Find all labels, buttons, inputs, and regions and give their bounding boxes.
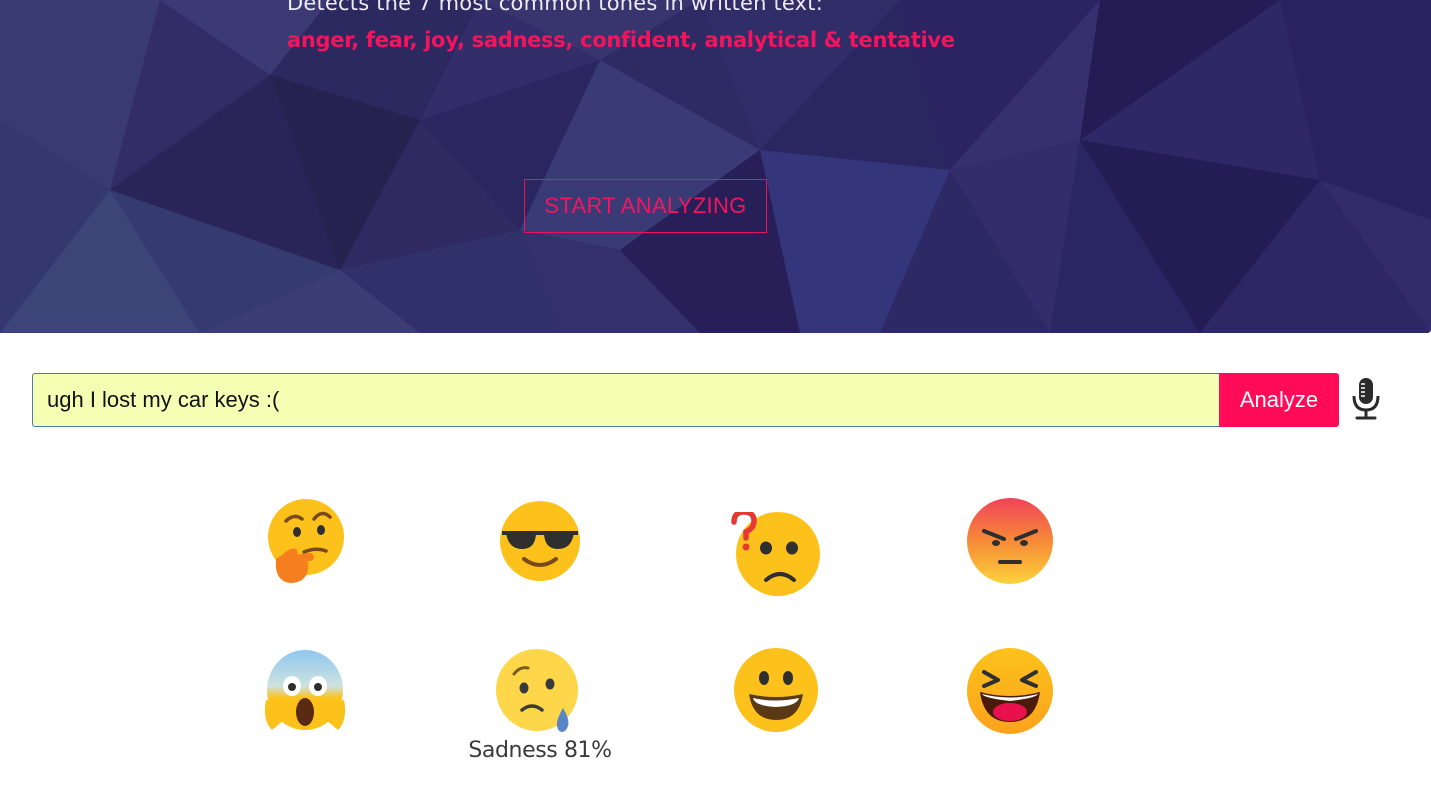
sunglasses-face-icon: [498, 499, 582, 583]
result-label: Sadness 81%: [468, 738, 612, 763]
hero-banner: Detects the 7 most common tones in writt…: [0, 0, 1431, 333]
microphone-icon[interactable]: [1348, 376, 1384, 422]
confused-question-face-icon: [728, 512, 824, 598]
tones-list: anger, fear, joy, sadness, confident, an…: [287, 28, 955, 52]
sad-tear-face-icon: [496, 648, 578, 734]
angry-face-icon: [966, 497, 1056, 585]
screaming-fear-face-icon: [262, 650, 348, 734]
analyze-button[interactable]: Analyze: [1219, 373, 1339, 427]
laughing-squint-face-icon: [966, 648, 1056, 736]
start-analyzing-button[interactable]: START ANALYZING: [524, 179, 767, 233]
grinning-face-icon: [733, 648, 819, 732]
thinking-face-icon: [264, 497, 348, 587]
text-input[interactable]: [32, 373, 1220, 427]
hero-description: Detects the 7 most common tones in writt…: [287, 0, 823, 15]
